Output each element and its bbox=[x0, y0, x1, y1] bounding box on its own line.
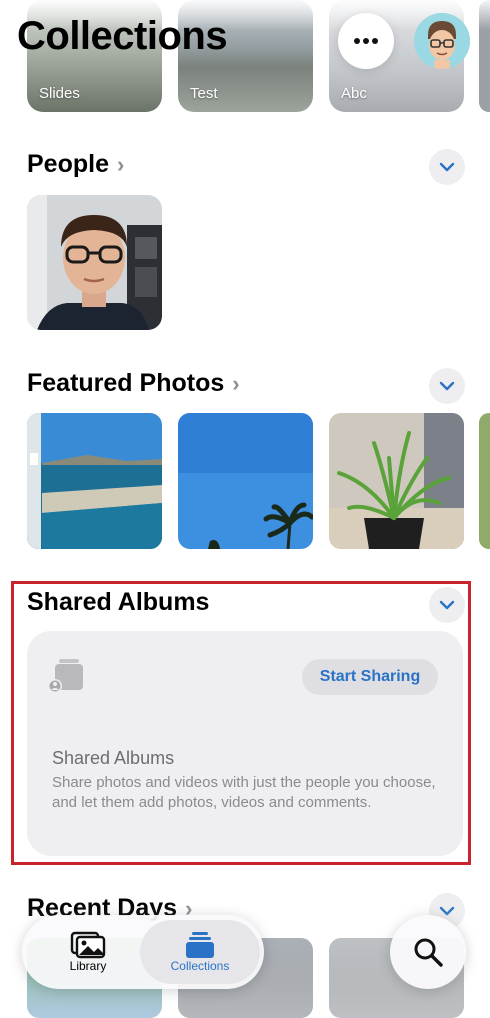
tab-collections-label: Collections bbox=[170, 959, 230, 973]
plant-photo bbox=[329, 413, 464, 549]
shared-albums-header[interactable]: Shared Albums bbox=[27, 588, 209, 617]
shared-album-icon bbox=[47, 657, 87, 698]
sea-photo bbox=[27, 413, 162, 549]
chevron-right-icon: › bbox=[116, 151, 125, 177]
memoji-icon bbox=[414, 13, 470, 69]
tab-library-label: Library bbox=[69, 959, 107, 973]
chevron-right-icon: › bbox=[232, 370, 240, 396]
sky-photo bbox=[178, 413, 313, 549]
profile-avatar[interactable] bbox=[414, 13, 470, 69]
tab-collections[interactable]: Collections bbox=[140, 920, 260, 984]
shared-card-title: Shared Albums bbox=[52, 748, 175, 768]
chevron-down-icon bbox=[439, 381, 455, 391]
photo-library-icon bbox=[70, 931, 106, 959]
shared-card-description: Share photos and videos with just the pe… bbox=[52, 774, 436, 811]
tab-bar: Library Collections bbox=[22, 915, 264, 989]
featured-photo-sea[interactable] bbox=[27, 413, 162, 549]
collections-icon bbox=[186, 932, 214, 958]
album-label: Test bbox=[190, 85, 218, 102]
chevron-down-icon bbox=[439, 162, 455, 172]
chevron-down-icon bbox=[439, 600, 455, 610]
featured-collapse-button[interactable] bbox=[429, 368, 465, 404]
people-header[interactable]: People › bbox=[27, 150, 124, 179]
start-sharing-button[interactable]: Start Sharing bbox=[302, 659, 438, 695]
featured-title: Featured Photos bbox=[27, 369, 225, 397]
ellipsis-icon bbox=[354, 38, 378, 44]
people-title: People bbox=[27, 150, 109, 178]
album-label: Slides bbox=[39, 85, 80, 102]
featured-photo-sky[interactable] bbox=[178, 413, 313, 549]
people-collapse-button[interactable] bbox=[429, 149, 465, 185]
featured-header[interactable]: Featured Photos › bbox=[27, 369, 240, 398]
search-button[interactable] bbox=[390, 915, 466, 989]
album-label: Abc bbox=[341, 85, 367, 102]
featured-photo-partial[interactable] bbox=[479, 413, 490, 549]
search-icon bbox=[414, 938, 443, 967]
shared-albums-title: Shared Albums bbox=[27, 588, 210, 616]
page-title: Collections bbox=[17, 14, 228, 58]
more-button[interactable] bbox=[338, 13, 394, 69]
shared-collapse-button[interactable] bbox=[429, 587, 465, 623]
person-thumbnail[interactable] bbox=[27, 195, 162, 330]
tab-library[interactable]: Library bbox=[28, 920, 148, 984]
featured-photo-plant[interactable] bbox=[329, 413, 464, 549]
person-photo bbox=[27, 195, 162, 330]
